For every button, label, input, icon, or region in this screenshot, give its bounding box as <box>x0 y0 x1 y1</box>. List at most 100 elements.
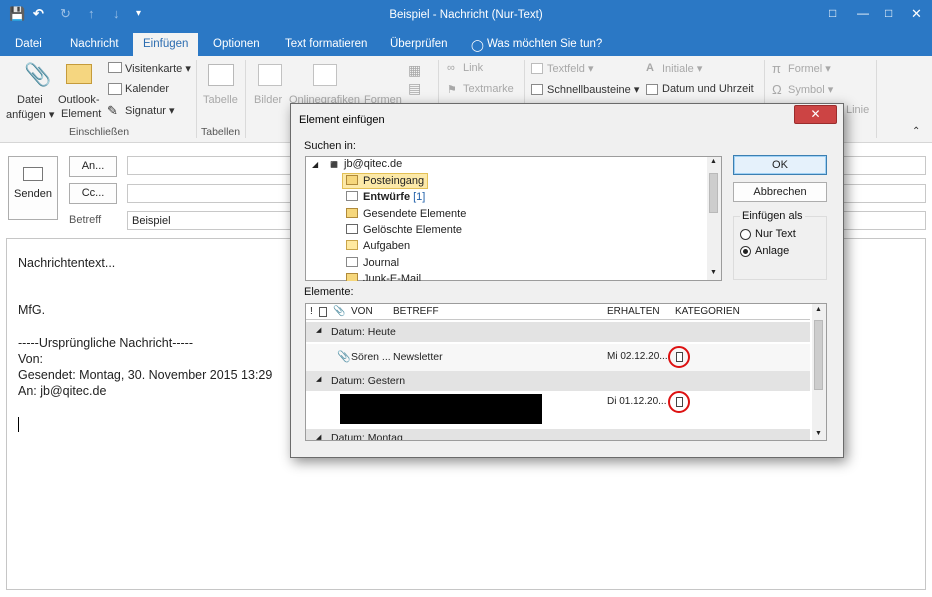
group-separator <box>245 60 246 138</box>
column-importance[interactable]: ! <box>310 306 313 317</box>
datei-anfuegen-button[interactable]: anfügen ▾ <box>6 108 54 121</box>
tab-datei[interactable]: Datei <box>15 38 42 50</box>
collapse-ribbon-icon[interactable]: ⌃ <box>912 126 920 137</box>
tree-item-posteingang[interactable]: Posteingang <box>342 173 429 189</box>
group-header[interactable]: ◢ Datum: Heute <box>306 322 810 342</box>
column-received[interactable]: ERHALTEN <box>607 306 660 317</box>
link-button[interactable]: Link <box>463 62 483 74</box>
column-categories[interactable]: KATEGORIEN <box>675 306 740 317</box>
datei-button-line1[interactable]: Datei <box>17 94 43 106</box>
column-type-icon[interactable] <box>319 307 327 317</box>
inbox-icon <box>346 175 358 185</box>
items-list[interactable]: ! 📎 VON BETREFF ERHALTEN KATEGORIEN ◢ Da… <box>305 303 827 441</box>
online-pictures-icon <box>313 64 337 86</box>
tree-item-junk[interactable]: Junk-E-Mail <box>346 273 421 281</box>
datum-uhrzeit-button[interactable]: Datum und Uhrzeit <box>662 83 754 95</box>
group-header[interactable]: ◢ Datum: Gestern <box>306 371 810 391</box>
outlook-element-button[interactable]: Element <box>61 108 101 120</box>
column-attachment-icon[interactable]: 📎 <box>333 306 345 317</box>
tell-me-icon: ◯ <box>471 40 484 52</box>
radio-attachment-label[interactable]: Anlage <box>755 245 789 257</box>
list-item[interactable]: 📎 Sören ... Newsletter Mi 02.12.20... <box>306 344 810 371</box>
visitenkarte-button[interactable]: Visitenkarte ▾ <box>125 62 191 75</box>
signatur-button[interactable]: Signatur ▾ <box>125 104 175 117</box>
scroll-down-icon[interactable]: ▼ <box>815 430 822 437</box>
maximize-icon[interactable]: □ <box>885 6 892 20</box>
tree-item-journal[interactable]: Journal <box>346 257 399 269</box>
datetime-icon <box>646 84 658 95</box>
help-icon[interactable]: □ <box>829 6 836 20</box>
outlook-element-line1[interactable]: Outlook- <box>58 94 100 106</box>
tree-item-geloeschte[interactable]: Gelöschte Elemente <box>346 224 462 236</box>
tell-me-input[interactable]: Was möchten Sie tun? <box>487 38 602 50</box>
radio-attachment[interactable] <box>740 246 751 257</box>
body-line: Nachrichtentext... <box>18 256 116 270</box>
send-button[interactable]: Senden <box>8 156 58 220</box>
column-from[interactable]: VON <box>351 306 373 317</box>
chart-icon[interactable]: ▤ <box>408 80 421 97</box>
tab-ueberpruefen[interactable]: Überprüfen <box>390 38 448 50</box>
scroll-thumb[interactable] <box>709 173 718 213</box>
group-separator <box>876 60 877 138</box>
radio-text-only[interactable] <box>740 229 751 240</box>
collapse-icon[interactable]: ◢ <box>316 326 321 334</box>
tree-item-gesendete[interactable]: Gesendete Elemente <box>346 208 466 220</box>
cc-button[interactable]: Cc... <box>69 183 117 204</box>
tab-nachricht[interactable]: Nachricht <box>70 38 119 50</box>
collapse-icon[interactable]: ◢ <box>316 375 321 383</box>
cancel-button[interactable]: Abbrechen <box>733 182 827 202</box>
linie-button[interactable]: Linie <box>846 104 869 116</box>
trash-icon <box>346 224 358 234</box>
equation-icon: π <box>772 61 781 76</box>
kalender-button[interactable]: Kalender <box>125 83 169 95</box>
list-scrollbar[interactable]: ▲ ▼ <box>812 304 826 440</box>
group-header[interactable]: ◢ Datum: Montag <box>306 429 810 440</box>
table-icon <box>208 64 234 86</box>
tree-scrollbar[interactable]: ▲ ▼ <box>707 157 721 280</box>
dialog-close-button[interactable]: ✕ <box>794 105 837 124</box>
scroll-up-icon[interactable]: ▲ <box>815 306 822 313</box>
formel-button[interactable]: Formel ▾ <box>788 62 831 75</box>
textmarke-button[interactable]: Textmarke <box>463 83 514 95</box>
initiale-button[interactable]: Initiale ▾ <box>662 62 702 75</box>
close-icon[interactable]: ✕ <box>911 6 922 22</box>
tasks-icon <box>346 240 358 250</box>
category-icon <box>676 352 683 362</box>
scroll-thumb[interactable] <box>814 320 823 390</box>
tree-item-entwuerfe[interactable]: Entwürfe [1] <box>346 191 425 203</box>
ok-button[interactable]: OK <box>733 155 827 175</box>
bookmark-icon: ⚑ <box>447 84 457 96</box>
tab-einfuegen[interactable]: Einfügen <box>133 33 199 56</box>
minimize-icon[interactable]: — <box>857 6 869 20</box>
subject-label: Betreff <box>69 214 102 226</box>
item-received: Di 01.12.20... <box>607 396 667 407</box>
collapse-icon[interactable]: ◢ <box>316 433 321 440</box>
scroll-up-icon[interactable]: ▲ <box>710 158 717 165</box>
drafts-icon <box>346 191 358 201</box>
list-item[interactable]: Di 01.12.20... <box>306 391 810 429</box>
smartart-icon[interactable]: ▦ <box>408 62 421 79</box>
textfeld-button[interactable]: Textfeld ▾ <box>547 62 594 75</box>
symbol-button[interactable]: Symbol ▾ <box>788 83 833 96</box>
pictures-icon <box>258 64 282 86</box>
body-line: Von: <box>18 352 44 366</box>
scroll-down-icon[interactable]: ▼ <box>710 269 717 276</box>
quickparts-icon <box>531 84 543 95</box>
calendar-icon <box>108 83 122 95</box>
bilder-button[interactable]: Bilder <box>254 94 282 106</box>
column-subject[interactable]: BETREFF <box>393 306 439 317</box>
tab-text-formatieren[interactable]: Text formatieren <box>285 38 367 50</box>
tabelle-button[interactable]: Tabelle <box>203 94 238 106</box>
expand-icon[interactable]: ◢ <box>312 160 318 169</box>
envelope-icon <box>66 64 92 84</box>
radio-text-only-label[interactable]: Nur Text <box>755 228 796 240</box>
folder-tree[interactable]: ◢ ◾ jb@qitec.de Posteingang Entwürfe [1]… <box>305 156 722 281</box>
group-label: Datum: Heute <box>331 326 396 338</box>
items-label: Elemente: <box>304 286 354 298</box>
tab-optionen[interactable]: Optionen <box>213 38 260 50</box>
tree-account[interactable]: jb@qitec.de <box>344 158 402 170</box>
to-button[interactable]: An... <box>69 156 117 177</box>
tree-item-aufgaben[interactable]: Aufgaben <box>346 240 410 252</box>
schnellbausteine-button[interactable]: Schnellbausteine ▾ <box>547 83 639 96</box>
category-icon <box>676 397 683 407</box>
